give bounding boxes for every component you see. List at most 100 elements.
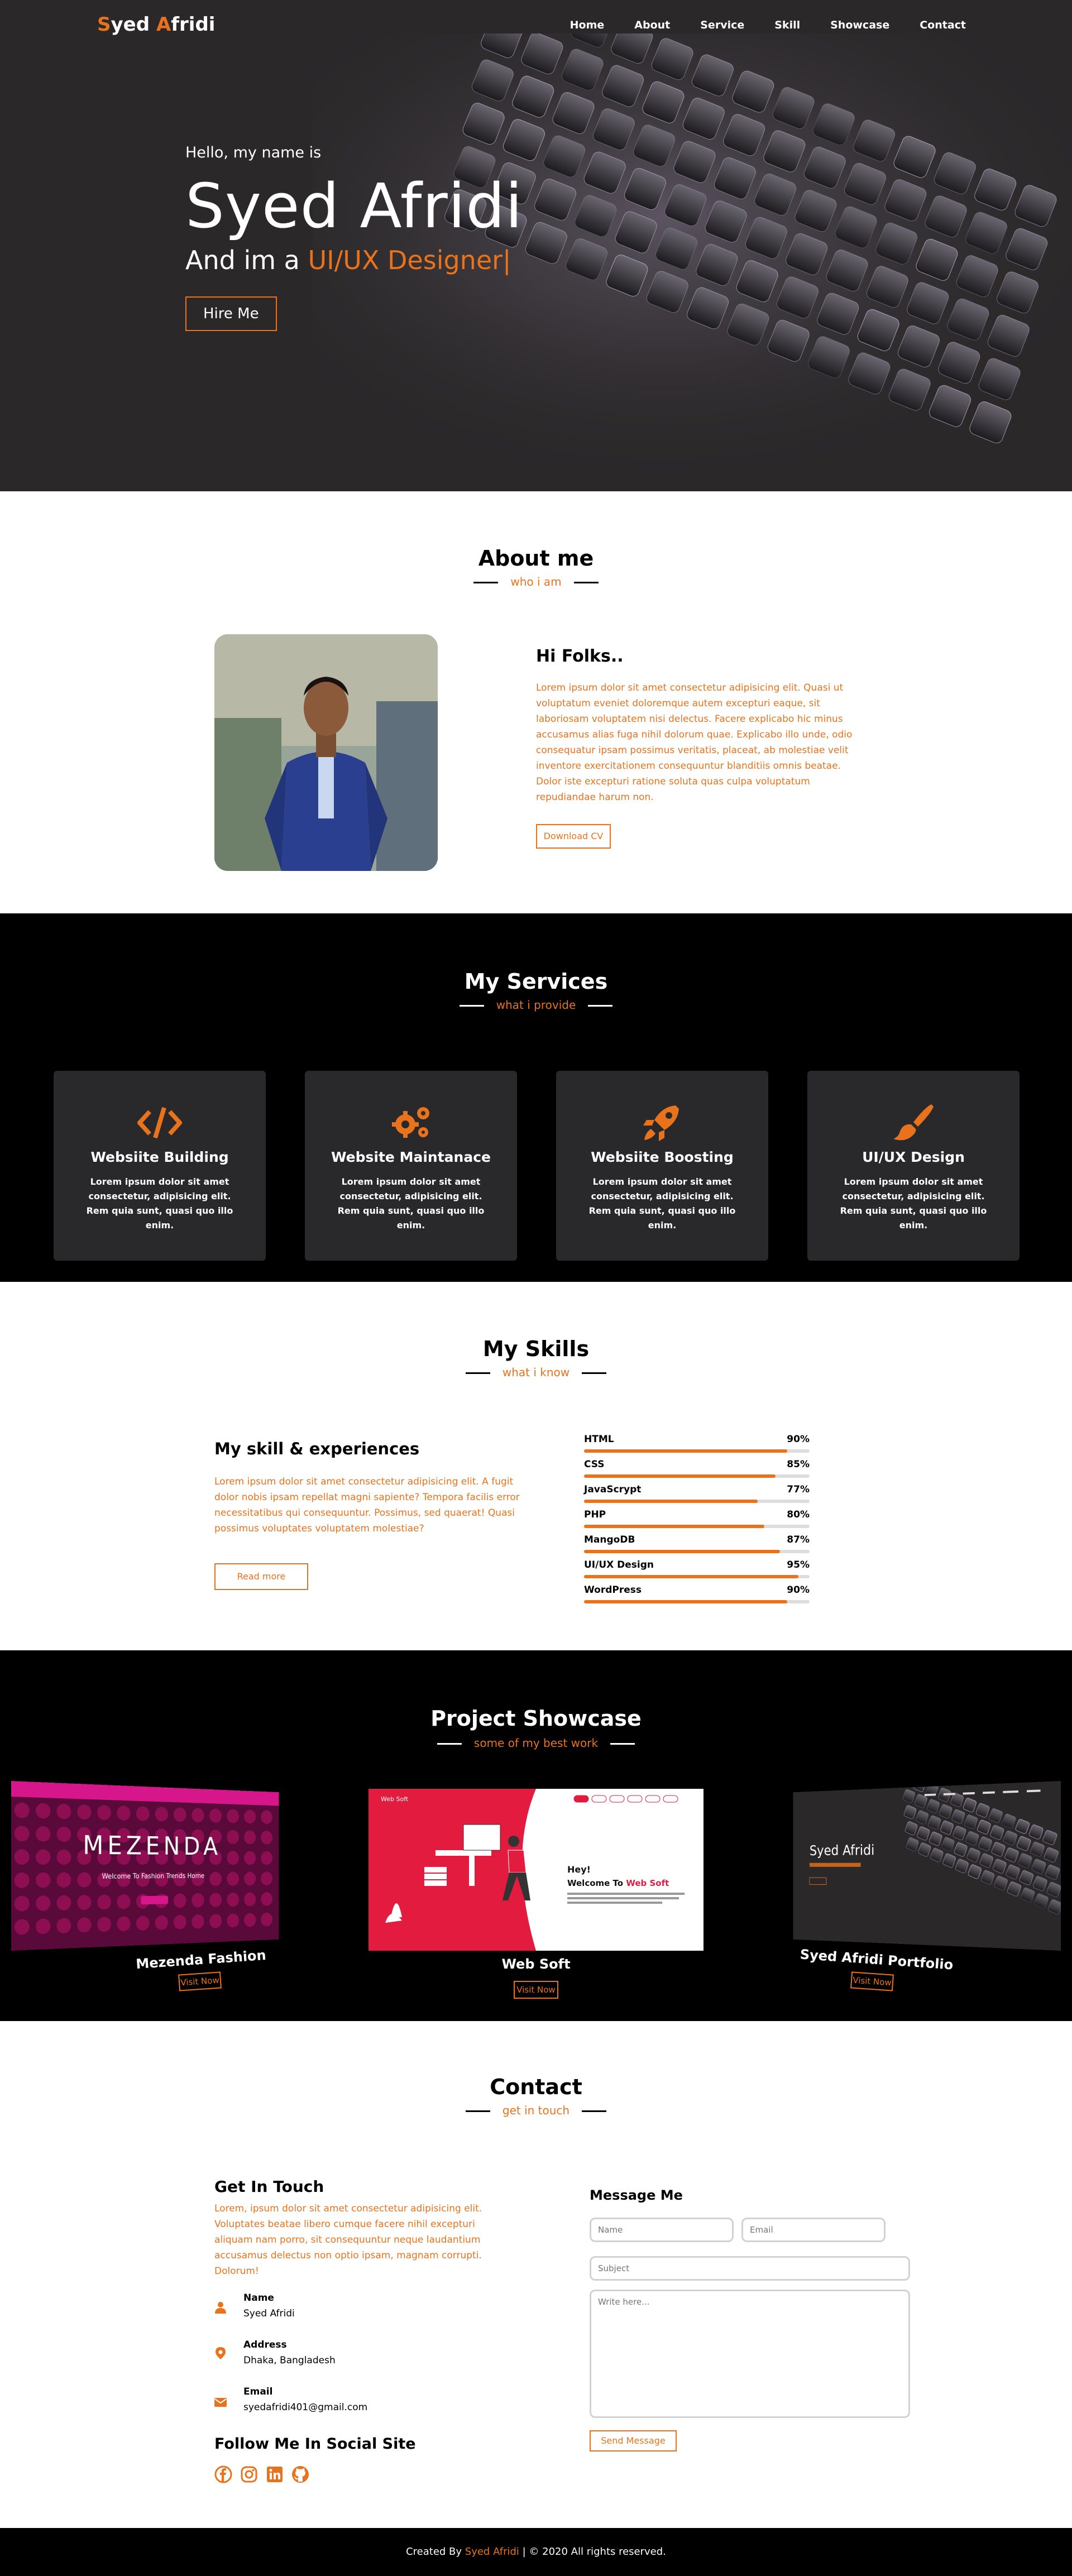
service-title: Websiite Building (54, 1149, 266, 1165)
hero-section: Hello, my name is Syed Afridi And im a U… (0, 0, 1072, 491)
mezenda-screen-title: MEZENDA (83, 1831, 221, 1861)
contact-address-label: Address (243, 2339, 287, 2350)
logo-last-name: fridi (171, 13, 215, 36)
nav-contact[interactable]: Contact (920, 19, 966, 31)
skill-fill (584, 1550, 780, 1553)
send-message-button[interactable]: Send Message (590, 2430, 677, 2451)
skill-name: UI/UX Design (584, 1559, 810, 1571)
nav-about[interactable]: About (634, 19, 670, 31)
profile-photo (214, 634, 438, 871)
name-input[interactable] (590, 2218, 734, 2242)
skill-track (584, 1500, 810, 1503)
nav-service[interactable]: Service (700, 19, 744, 31)
project-slide-websoft[interactable]: Web Soft Hey! Welcome To Web Soft (368, 1789, 704, 1951)
footer-author-link[interactable]: Syed Afridi (465, 2546, 519, 2558)
about-title: About me (0, 546, 1072, 571)
skill-fill (584, 1600, 787, 1603)
services-subtitle-text: what i provide (484, 998, 588, 1012)
user-icon (214, 2301, 227, 2314)
about-heading: Hi Folks.. (536, 647, 624, 666)
instagram-icon[interactable] (240, 2465, 258, 2483)
project-slide-portfolio[interactable]: Syed Afridi (793, 1781, 1061, 1951)
skill-track (584, 1575, 810, 1578)
service-text: Lorem ipsum dolor sit amet consectetur, … (836, 1175, 990, 1233)
skills-section: My Skills what i know My skill & experie… (0, 1282, 1072, 1650)
skill-bar: UI/UX Design 95% (584, 1559, 810, 1578)
service-text: Lorem ipsum dolor sit amet consectetur, … (83, 1175, 237, 1233)
facebook-icon[interactable] (214, 2465, 232, 2483)
project-slide-mezenda[interactable]: MEZENDA Welcome To Fashion Trends Home (11, 1781, 279, 1951)
code-icon (137, 1103, 182, 1142)
visit-now-portfolio-button[interactable]: Visit Now (850, 1971, 894, 1991)
hire-me-button[interactable]: Hire Me (185, 296, 277, 331)
skill-name: HTML (584, 1434, 810, 1445)
tagline-prefix: And im a (185, 245, 308, 275)
footer-copyright: | © 2020 All rights reserved. (519, 2546, 666, 2558)
service-card-maintenance: Website Maintanace Lorem ipsum dolor sit… (305, 1071, 517, 1261)
follow-heading: Follow Me In Social Site (214, 2435, 416, 2453)
skill-percent: 85% (787, 1459, 810, 1470)
nav-skill[interactable]: Skill (774, 19, 800, 31)
service-title: Website Maintanace (305, 1149, 517, 1165)
gears-icon (389, 1103, 433, 1142)
hero-greeting: Hello, my name is (185, 144, 523, 161)
svg-text:Welcome To Web Soft: Welcome To Web Soft (567, 1878, 669, 1888)
nav-home[interactable]: Home (570, 19, 605, 31)
skill-name: JavaScrypt (584, 1484, 810, 1495)
contact-address-value: Dhaka, Bangladesh (243, 2355, 336, 2366)
skills-subtitle-text: what i know (490, 1366, 582, 1379)
websoft-screenshot: Web Soft Hey! Welcome To Web Soft (368, 1789, 704, 1951)
skill-name: MangoDB (584, 1534, 810, 1545)
contact-subtitle-text: get in touch (490, 2104, 582, 2117)
read-more-button[interactable]: Read more (214, 1563, 308, 1590)
project-name-portfolio: Syed Afridi Portfolio (781, 1945, 972, 1974)
websoft-screen-logo: Web Soft (381, 1795, 409, 1803)
logo-initial-s: S (97, 13, 111, 36)
subject-input[interactable] (590, 2256, 910, 2281)
about-section: About me who i am Hi Folks.. Lorem ipsum… (0, 491, 1072, 913)
skill-fill (584, 1474, 776, 1478)
contact-email-label: Email (243, 2386, 272, 2397)
project-name-mezenda: Mezenda Fashion (111, 1946, 290, 1974)
skill-name: WordPress (584, 1584, 810, 1596)
service-card-boosting: Websiite Boosting Lorem ipsum dolor sit … (556, 1071, 768, 1261)
skill-percent: 80% (787, 1509, 810, 1520)
about-text: Lorem ipsum dolor sit amet consectetur a… (536, 680, 854, 805)
contact-section: Contact get in touch Get In Touch Lorem,… (0, 2021, 1072, 2528)
showcase-subtitle: some of my best work (0, 1736, 1072, 1750)
service-title: Websiite Boosting (556, 1149, 768, 1165)
email-input[interactable] (741, 2218, 886, 2242)
showcase-title: Project Showcase (0, 1706, 1072, 1731)
hero-tagline: And im a UI/UX Designer| (185, 245, 523, 275)
message-textarea[interactable] (590, 2290, 910, 2418)
service-card-uiux: UI/UX Design Lorem ipsum dolor sit amet … (807, 1071, 1020, 1261)
skills-subtitle: what i know (0, 1366, 1072, 1379)
download-cv-button[interactable]: Download CV (536, 824, 611, 849)
skill-track (584, 1474, 810, 1478)
nav-menu: Home About Service Skill Showcase Contac… (540, 19, 966, 31)
skill-fill (584, 1449, 787, 1453)
skill-track (584, 1525, 810, 1528)
hero-name: Syed Afridi (185, 170, 523, 242)
logo-initial-a: A (156, 13, 171, 36)
linkedin-icon[interactable] (266, 2465, 284, 2483)
contact-name-value: Syed Afridi (243, 2308, 295, 2319)
envelope-icon (214, 2396, 227, 2409)
top-navbar: Syed Afridi Home About Service Skill Sho… (0, 0, 1072, 51)
skill-bar: JavaScrypt 77% (584, 1484, 810, 1503)
skill-fill (584, 1500, 758, 1503)
github-icon[interactable] (291, 2465, 309, 2483)
skill-track (584, 1550, 810, 1553)
tagline-role: UI/UX Designer| (308, 245, 511, 275)
skill-percent: 95% (787, 1559, 810, 1571)
about-subtitle: who i am (0, 575, 1072, 588)
contact-email-value: syedafridi401@gmail.com (243, 2402, 367, 2413)
websoft-screen-welcome: Welcome To (567, 1878, 626, 1888)
websoft-screen-brand: Web Soft (626, 1878, 669, 1888)
nav-showcase[interactable]: Showcase (830, 19, 889, 31)
contact-name-label: Name (243, 2292, 274, 2304)
site-logo[interactable]: Syed Afridi (97, 13, 215, 36)
services-section: My Services what i provide Websiite Buil… (0, 913, 1072, 1282)
visit-now-websoft-button[interactable]: Visit Now (514, 1981, 558, 1999)
visit-now-mezenda-button[interactable]: Visit Now (178, 1971, 222, 1991)
